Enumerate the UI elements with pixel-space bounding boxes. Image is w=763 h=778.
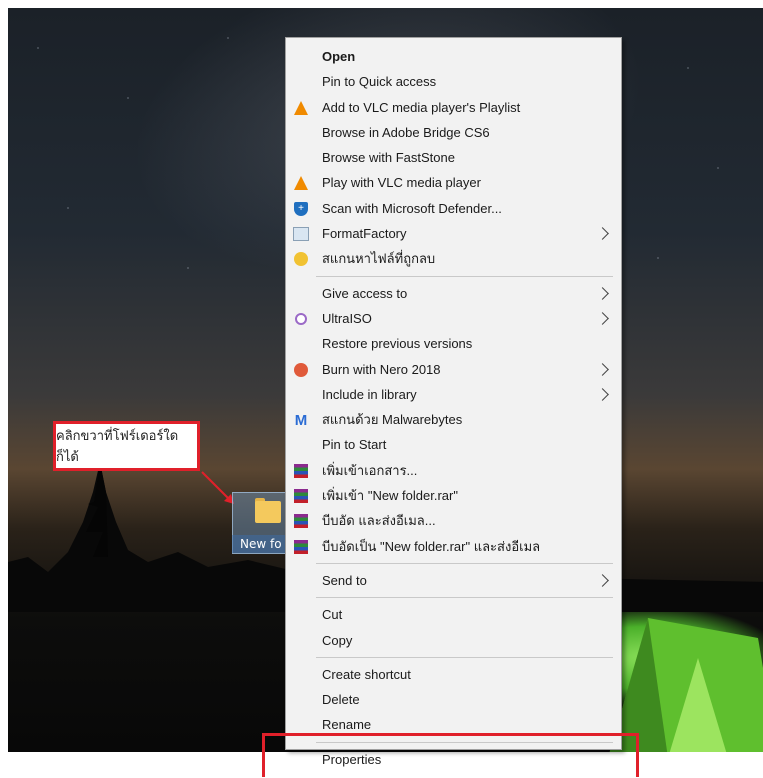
menu-label: สแกนด้วย Malwarebytes [322, 412, 463, 428]
menu-item-send-to[interactable]: Send to [286, 568, 621, 593]
menu-item-rar-compress-email[interactable]: บีบอัด และส่งอีเมล... [286, 508, 621, 533]
menu-label: Cut [322, 607, 343, 623]
menu-label: บีบอัด และส่งอีเมล... [322, 513, 436, 529]
vlc-cone-icon [293, 175, 309, 191]
menu-item-pin-quick-access[interactable]: Pin to Quick access [286, 69, 621, 94]
context-menu: Open Pin to Quick access Add to VLC medi… [285, 37, 622, 767]
menu-item-adobe-bridge[interactable]: Browse in Adobe Bridge CS6 [286, 120, 621, 145]
properties-highlight-box [262, 733, 639, 777]
file-recovery-icon [293, 251, 309, 267]
winrar-icon [293, 488, 309, 504]
menu-label: Send to [322, 572, 367, 588]
menu-item-faststone[interactable]: Browse with FastStone [286, 145, 621, 170]
menu-label: Rename [322, 717, 372, 733]
menu-label: บีบอัดเป็น "New folder.rar" และส่งอีเมล [322, 538, 541, 554]
menu-label: Add to VLC media player's Playlist [322, 99, 521, 115]
tent-glow [609, 618, 763, 752]
menu-item-nero[interactable]: Burn with Nero 2018 [286, 357, 621, 382]
menu-item-formatfactory[interactable]: FormatFactory [286, 221, 621, 246]
menu-label: FormatFactory [322, 226, 407, 242]
menu-label: เพิ่มเข้าเอกสาร... [322, 462, 418, 478]
formatfactory-icon [293, 226, 309, 242]
menu-label: Pin to Start [322, 437, 387, 453]
callout-text: คลิกขวาที่โฟร์เดอร์ใดก็ได้ [56, 429, 179, 465]
winrar-icon [293, 463, 309, 479]
menu-item-vlc-play[interactable]: Play with VLC media player [286, 170, 621, 195]
menu-item-open[interactable]: Open [286, 44, 621, 69]
menu-label: Restore previous versions [322, 336, 473, 352]
menu-label: UltraISO [322, 310, 372, 326]
menu-item-create-shortcut[interactable]: Create shortcut [286, 662, 621, 687]
defender-shield-icon: + [293, 201, 309, 217]
menu-item-rar-add[interactable]: เพิ่มเข้าเอกสาร... [286, 458, 621, 483]
menu-separator [316, 656, 613, 658]
chevron-right-icon [596, 312, 609, 325]
menu-item-ultraiso[interactable]: UltraISO [286, 306, 621, 331]
menu-item-include-library[interactable]: Include in library [286, 382, 621, 407]
menu-label: Scan with Microsoft Defender... [322, 200, 502, 216]
menu-label: Open [322, 49, 356, 64]
menu-label: Burn with Nero 2018 [322, 361, 441, 377]
menu-label: Copy [322, 632, 353, 648]
chevron-right-icon [596, 227, 609, 240]
menu-item-file-recovery[interactable]: สแกนหาไฟล์ที่ถูกลบ [286, 246, 621, 271]
chevron-right-icon [596, 387, 609, 401]
winrar-icon [293, 513, 309, 529]
nero-icon [293, 362, 309, 378]
menu-item-copy[interactable]: Copy [286, 628, 621, 653]
ultraiso-icon [293, 311, 309, 327]
chevron-right-icon [596, 286, 609, 300]
winrar-icon [293, 539, 309, 555]
menu-item-defender[interactable]: + Scan with Microsoft Defender... [286, 196, 621, 221]
menu-item-rar-add-named[interactable]: เพิ่มเข้า "New folder.rar" [286, 483, 621, 508]
menu-item-give-access[interactable]: Give access to [286, 281, 621, 306]
menu-label: Pin to Quick access [322, 74, 437, 90]
menu-separator [316, 597, 613, 599]
menu-item-cut[interactable]: Cut [286, 602, 621, 627]
menu-item-malwarebytes[interactable]: M สแกนด้วย Malwarebytes [286, 407, 621, 432]
vlc-cone-icon [293, 100, 309, 116]
chevron-right-icon [596, 362, 609, 376]
malwarebytes-icon: M [294, 411, 308, 429]
menu-label: เพิ่มเข้า "New folder.rar" [322, 488, 458, 504]
menu-label: Play with VLC media player [322, 175, 481, 191]
menu-label: Browse in Adobe Bridge CS6 [322, 124, 490, 140]
menu-separator [316, 275, 613, 277]
menu-label: สแกนหาไฟล์ที่ถูกลบ [322, 251, 436, 267]
menu-label: Create shortcut [322, 666, 411, 682]
menu-label: Include in library [322, 386, 417, 402]
instruction-callout: คลิกขวาที่โฟร์เดอร์ใดก็ได้ [53, 421, 200, 471]
menu-item-restore-versions[interactable]: Restore previous versions [286, 331, 621, 356]
menu-item-delete[interactable]: Delete [286, 687, 621, 712]
chevron-right-icon [596, 574, 609, 587]
menu-item-pin-start[interactable]: Pin to Start [286, 432, 621, 457]
menu-item-rar-compress-named-email[interactable]: บีบอัดเป็น "New folder.rar" และส่งอีเมล [286, 534, 621, 559]
menu-separator [316, 562, 613, 564]
folder-icon [255, 501, 281, 523]
menu-label: Delete [322, 692, 360, 708]
menu-label: Browse with FastStone [322, 150, 455, 166]
menu-item-vlc-playlist[interactable]: Add to VLC media player's Playlist [286, 95, 621, 120]
menu-label: Give access to [322, 285, 408, 301]
